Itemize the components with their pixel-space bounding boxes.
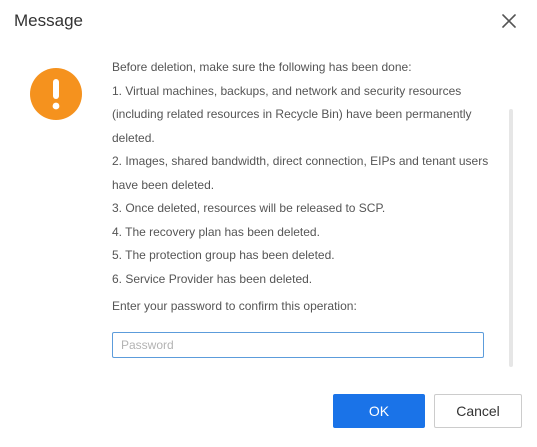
intro-text: Before deletion, make sure the following… bbox=[112, 60, 412, 74]
requirement-item: 3. Once deleted, resources will be relea… bbox=[112, 201, 386, 215]
password-input[interactable] bbox=[112, 332, 484, 358]
scrollbar[interactable] bbox=[509, 109, 513, 367]
requirement-item: 2. Images, shared bandwidth, direct conn… bbox=[112, 154, 489, 192]
exclamation-warning-icon bbox=[30, 68, 82, 120]
message-dialog: Message Before deletion, make sure the f… bbox=[0, 0, 537, 447]
requirement-item: 1. Virtual machines, backups, and networ… bbox=[112, 83, 472, 145]
dialog-title: Message bbox=[14, 11, 83, 30]
requirement-item: 4. The recovery plan has been deleted. bbox=[112, 224, 320, 239]
password-prompt: Enter your password to confirm this oper… bbox=[112, 299, 357, 313]
requirement-item: 6. Service Provider has been deleted. bbox=[112, 271, 313, 286]
deletion-requirements: Before deletion, make sure the following… bbox=[112, 56, 492, 291]
cancel-button[interactable]: Cancel bbox=[434, 394, 522, 428]
requirement-item: 5. The protection group has been deleted… bbox=[112, 248, 335, 262]
ok-button[interactable]: OK bbox=[333, 394, 425, 428]
close-icon[interactable] bbox=[497, 9, 521, 33]
